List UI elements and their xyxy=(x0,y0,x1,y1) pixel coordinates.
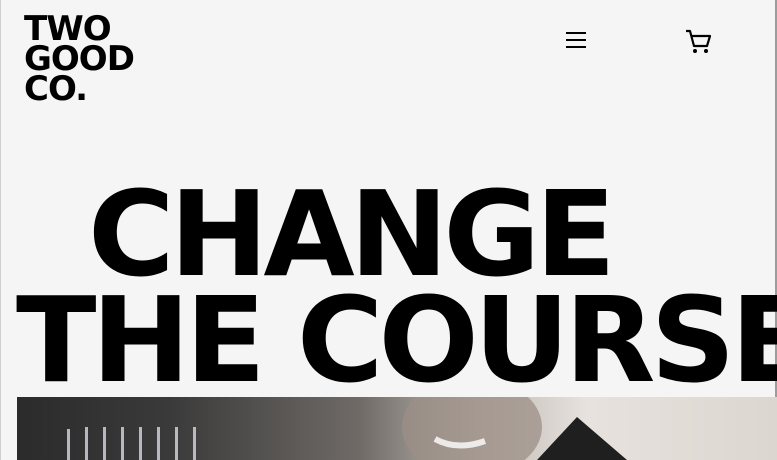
cart-button[interactable] xyxy=(684,26,714,56)
site-logo[interactable]: TWO GOOD CO. xyxy=(24,12,135,106)
site-header: TWO GOOD CO. xyxy=(0,0,777,120)
menu-button[interactable] xyxy=(562,28,590,52)
hero-title-line-2: THE COURSE xyxy=(16,271,777,410)
hero-title: CHANGE THE COURSE xyxy=(16,175,777,410)
hero-photo xyxy=(67,397,627,460)
hero-image xyxy=(17,397,777,460)
shopping-cart-icon xyxy=(686,29,712,53)
